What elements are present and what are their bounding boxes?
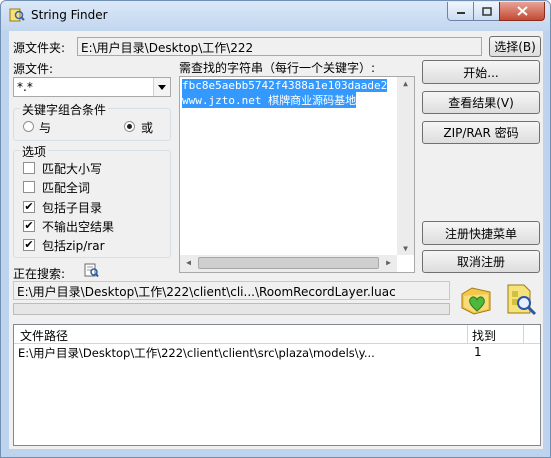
current-search-path: E:\用户目录\Desktop\工作\222\client\cli...\Roo… bbox=[13, 281, 450, 300]
result-path-cell: E:\用户目录\Desktop\工作\222\client\client\src… bbox=[18, 346, 375, 360]
minimize-icon bbox=[456, 12, 465, 14]
searching-icon bbox=[84, 263, 99, 278]
source-files-label: 源文件: bbox=[13, 62, 54, 76]
search-progress-bar bbox=[13, 303, 450, 315]
horizontal-scrollbar[interactable]: ◀ ▶ bbox=[180, 255, 397, 272]
vertical-scrollbar[interactable]: ▲ ▼ bbox=[397, 77, 414, 255]
source-files-combo[interactable]: *.* bbox=[13, 77, 171, 97]
zip-password-button[interactable]: ZIP/RAR 密码 bbox=[422, 121, 540, 144]
title-bar: String Finder bbox=[1, 1, 550, 31]
source-files-value: *.* bbox=[17, 80, 33, 94]
string-finder-window: String Finder 源文件夹: E:\用户目录\Desktop\工作\2… bbox=[0, 0, 551, 458]
scroll-down-icon[interactable]: ▼ bbox=[397, 244, 414, 253]
or-radio[interactable] bbox=[124, 121, 135, 132]
scroll-up-icon[interactable]: ▲ bbox=[397, 79, 414, 88]
skip-empty-label: 不输出空结果 bbox=[42, 220, 115, 234]
horizontal-scroll-thumb[interactable] bbox=[198, 257, 379, 269]
window-title: String Finder bbox=[31, 8, 108, 22]
view-results-button[interactable]: 查看结果(V) bbox=[422, 91, 540, 114]
maximize-icon bbox=[481, 6, 492, 16]
scroll-left-icon[interactable]: ◀ bbox=[180, 258, 197, 267]
table-row[interactable]: E:\用户目录\Desktop\工作\222\client\client\src… bbox=[14, 345, 540, 361]
skip-empty-checkbox[interactable]: ✔ bbox=[23, 220, 35, 232]
source-folder-field[interactable]: E:\用户目录\Desktop\工作\222 bbox=[77, 37, 482, 56]
keyword-logic-title: 关键字组合条件 bbox=[20, 101, 109, 118]
unregister-button[interactable]: 取消注册 bbox=[422, 250, 540, 273]
app-icon bbox=[9, 8, 25, 22]
search-strings-label: 需查找的字符串（每行一个关键字）: bbox=[179, 61, 376, 75]
column-header-path[interactable]: 文件路径 bbox=[20, 327, 68, 344]
include-subdirs-checkbox[interactable]: ✔ bbox=[23, 201, 35, 213]
close-icon bbox=[516, 6, 528, 16]
or-radio-label: 或 bbox=[141, 121, 154, 135]
results-list[interactable]: 文件路径 找到 E:\用户目录\Desktop\工作\222\client\cl… bbox=[13, 324, 541, 446]
searching-label: 正在搜索: bbox=[13, 267, 66, 281]
scroll-right-icon[interactable]: ▶ bbox=[380, 258, 397, 267]
include-zip-checkbox[interactable]: ✔ bbox=[23, 239, 35, 251]
match-case-checkbox[interactable] bbox=[23, 162, 35, 174]
start-button[interactable]: 开始... bbox=[422, 60, 540, 84]
minimize-button[interactable] bbox=[447, 2, 474, 21]
match-whole-word-checkbox[interactable] bbox=[23, 181, 35, 193]
heart-folder-icon[interactable] bbox=[460, 284, 494, 316]
and-radio-label: 与 bbox=[39, 121, 52, 135]
options-group: 选项 匹配大小写 匹配全词 ✔ 包括子目录 ✔ 不输出空结果 ✔ 包括zip/r… bbox=[13, 143, 171, 258]
close-button[interactable] bbox=[499, 2, 545, 21]
browse-button[interactable]: 选择(B) bbox=[489, 36, 541, 57]
include-subdirs-label: 包括子目录 bbox=[42, 201, 103, 215]
keyword-logic-group: 关键字组合条件 与 或 bbox=[13, 101, 171, 141]
options-title: 选项 bbox=[20, 143, 49, 160]
column-divider[interactable] bbox=[523, 325, 524, 343]
column-divider[interactable] bbox=[467, 325, 468, 343]
results-header: 文件路径 找到 bbox=[14, 325, 540, 344]
match-case-label: 匹配大小写 bbox=[42, 162, 103, 176]
register-menu-button[interactable]: 注册快捷菜单 bbox=[422, 221, 540, 245]
search-string-line: www.jzto.net 棋牌商业源码基地 bbox=[182, 92, 357, 108]
find-document-icon[interactable] bbox=[504, 283, 538, 317]
source-folder-label: 源文件夹: bbox=[13, 41, 66, 55]
maximize-button[interactable] bbox=[473, 2, 500, 21]
column-header-count[interactable]: 找到 bbox=[472, 327, 496, 344]
combo-dropdown-button[interactable] bbox=[153, 78, 170, 96]
chevron-down-icon bbox=[158, 84, 166, 90]
and-radio[interactable] bbox=[23, 121, 34, 132]
search-strings-textarea[interactable]: fbc8e5aebb5742f4388a1e103daade2 www.jzto… bbox=[179, 76, 415, 273]
search-string-line: fbc8e5aebb5742f4388a1e103daade2 bbox=[182, 79, 388, 92]
result-count-cell: 1 bbox=[474, 345, 482, 359]
client-area: 源文件夹: E:\用户目录\Desktop\工作\222 选择(B) 源文件: … bbox=[9, 31, 543, 449]
include-zip-label: 包括zip/rar bbox=[42, 239, 105, 253]
match-whole-word-label: 匹配全词 bbox=[42, 181, 91, 195]
